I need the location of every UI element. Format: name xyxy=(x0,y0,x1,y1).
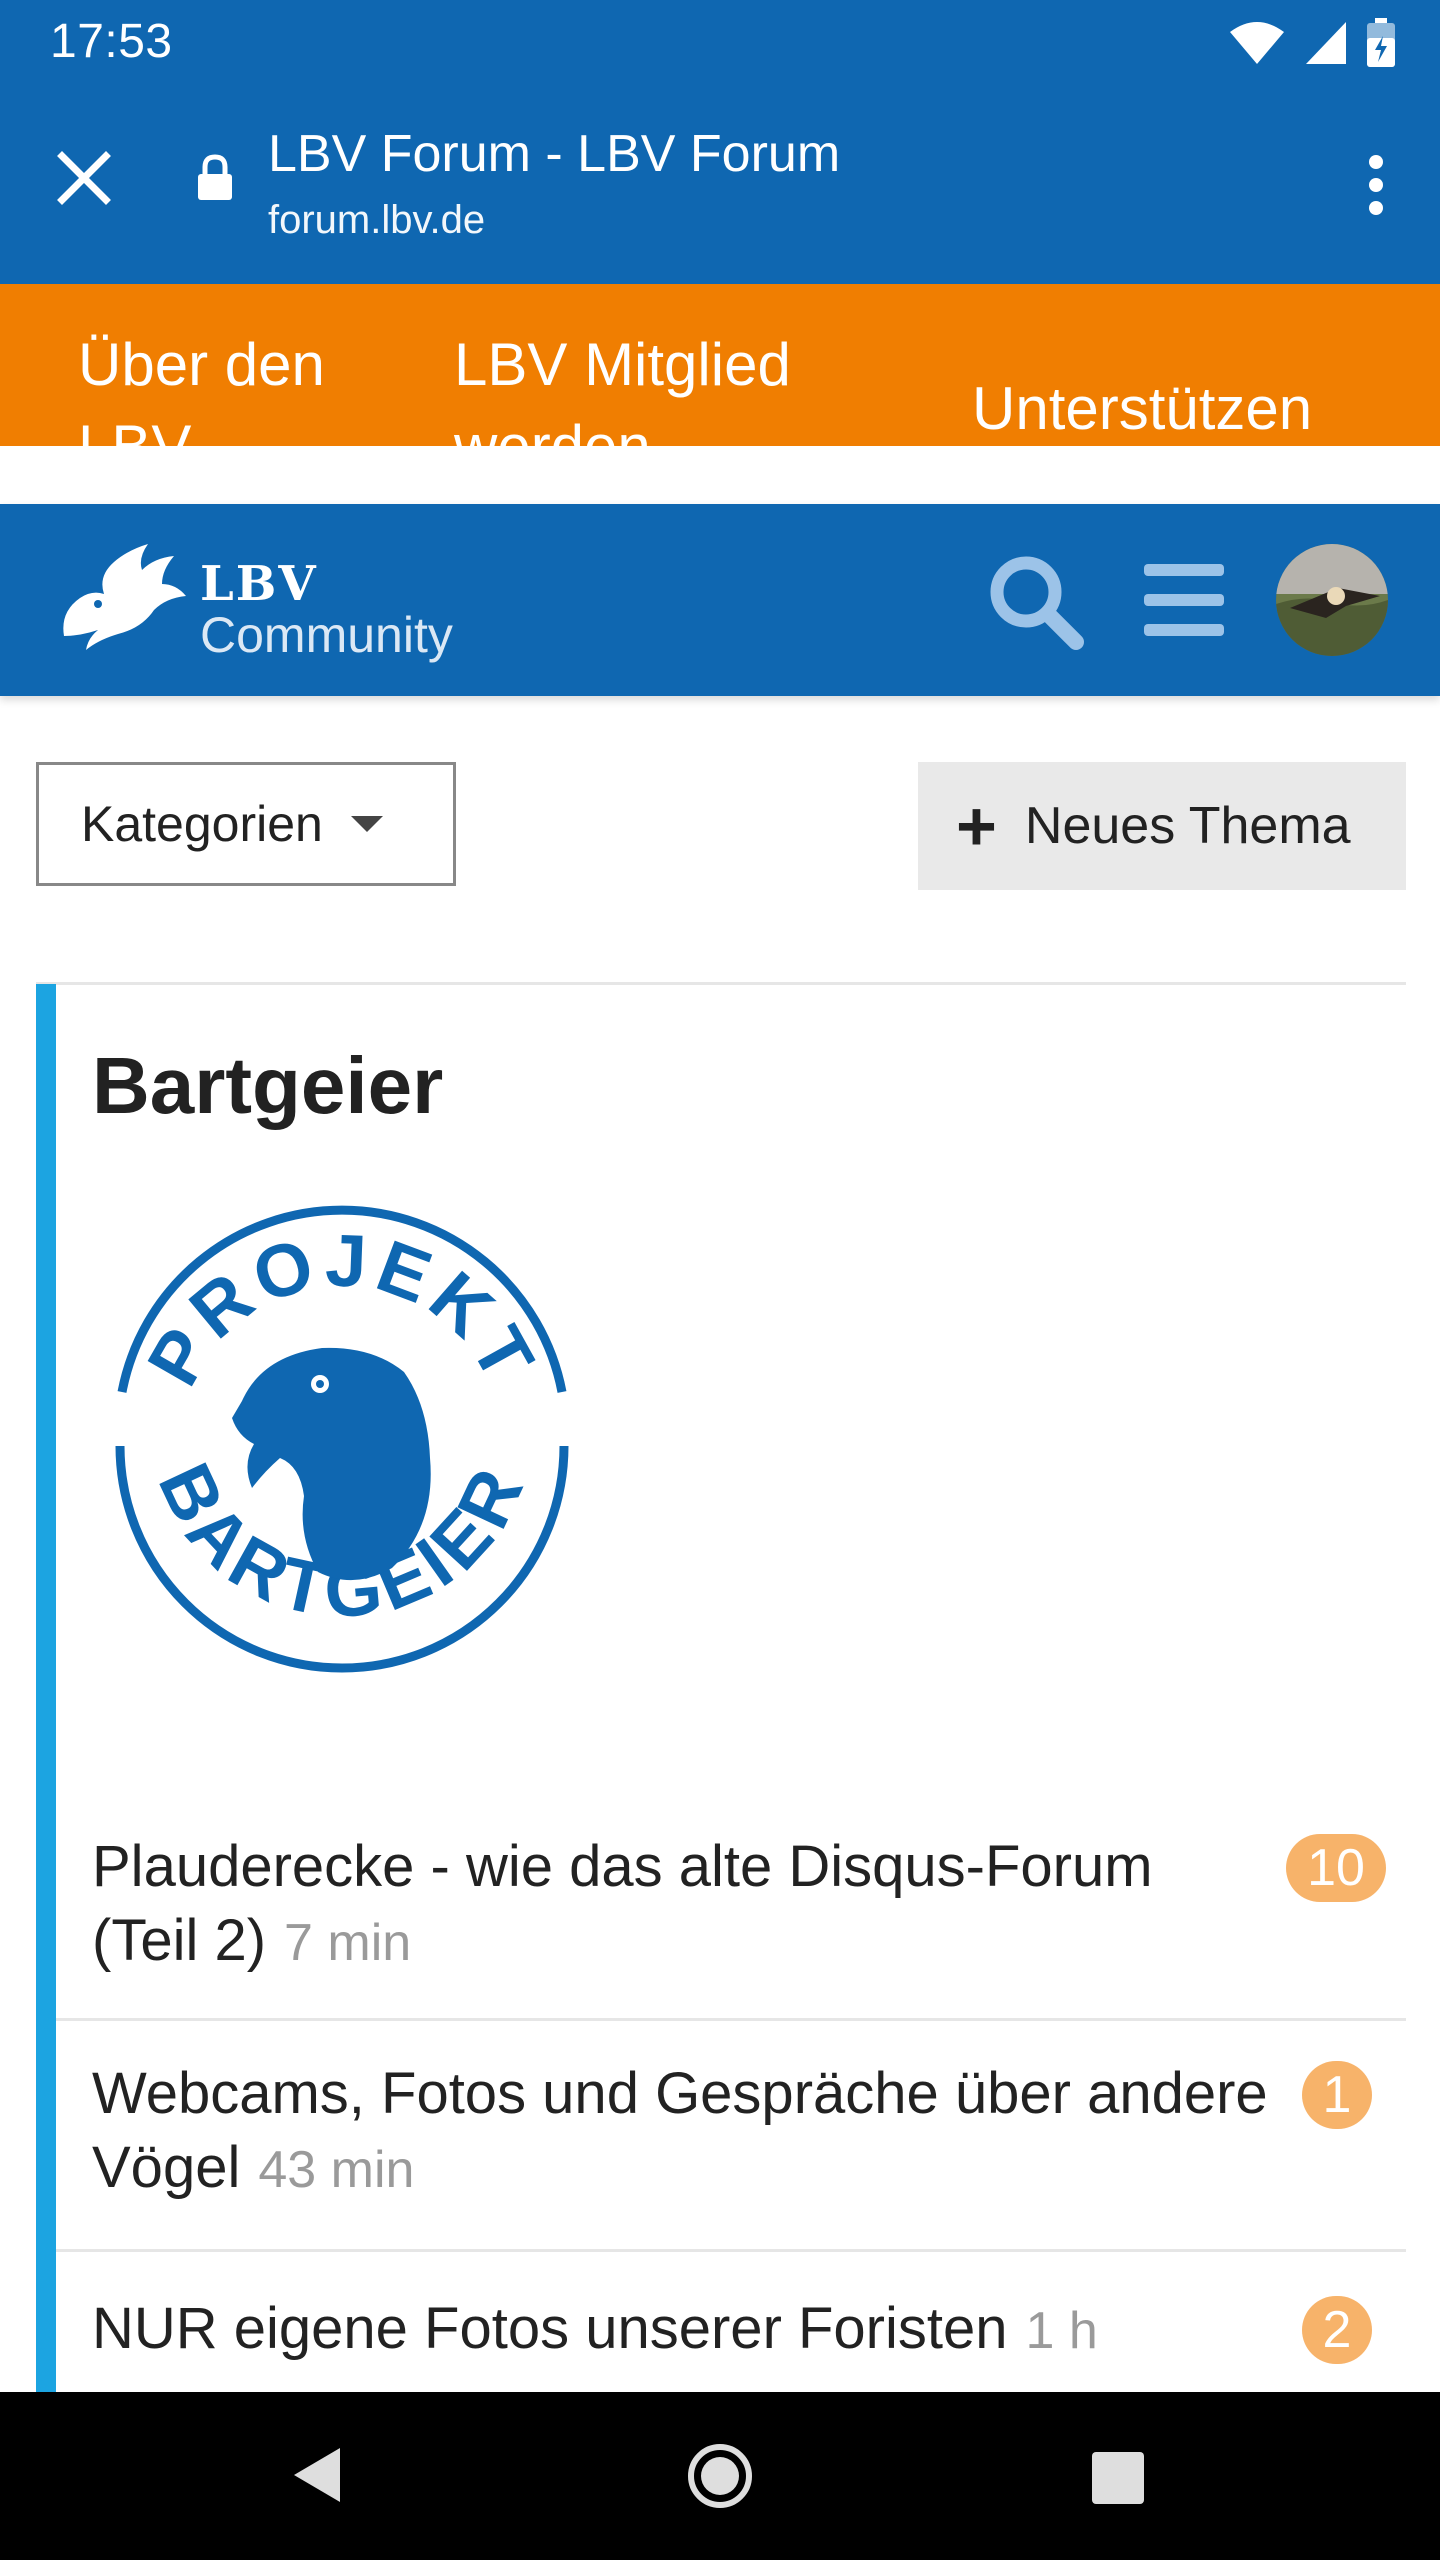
status-time: 17:53 xyxy=(50,15,173,68)
status-bar: 17:53 xyxy=(0,0,1440,84)
community-header: LBV Community xyxy=(0,504,1440,696)
browser-toolbar: LBV Forum - LBV Forum forum.lbv.de xyxy=(0,84,1440,284)
nav-item-about[interactable]: Über den LBV xyxy=(78,324,398,446)
topic-age: 1 h xyxy=(1025,2302,1098,2360)
plus-icon: + xyxy=(956,787,997,865)
signal-icon xyxy=(1306,22,1346,64)
new-topic-label: Neues Thema xyxy=(1024,797,1351,855)
topic-row[interactable]: Plauderecke - wie das alte Disqus-Forum … xyxy=(56,1800,1406,2021)
projekt-bartgeier-logo: PROJEKT BARTGEIER xyxy=(115,1205,569,1673)
category-title[interactable]: Bartgeier xyxy=(92,1040,443,1132)
lbv-bird-logo[interactable] xyxy=(58,540,188,652)
brand-community: Community xyxy=(200,607,453,663)
page-url[interactable]: forum.lbv.de xyxy=(268,198,485,243)
more-options-icon[interactable] xyxy=(1368,154,1384,216)
categories-label: Kategorien xyxy=(81,796,323,852)
nav-item-support[interactable]: Unterstützen xyxy=(972,368,1312,446)
back-icon[interactable] xyxy=(288,2444,344,2506)
nav-spacer xyxy=(0,446,1440,504)
categories-dropdown[interactable]: Kategorien xyxy=(36,762,456,886)
lock-icon xyxy=(198,154,232,200)
close-icon[interactable] xyxy=(54,148,114,208)
nav-item-membership[interactable]: LBV Mitglied werden xyxy=(454,324,874,446)
topic-age: 7 min xyxy=(284,1914,412,1972)
home-icon[interactable] xyxy=(686,2442,754,2510)
user-avatar[interactable] xyxy=(1276,544,1388,656)
topic-title[interactable]: Plauderecke - wie das alte Disqus-Forum … xyxy=(92,1834,1153,1973)
site-nav: Über den LBV LBV Mitglied werden Unterst… xyxy=(0,284,1440,446)
divider xyxy=(36,982,1406,985)
chevron-down-icon xyxy=(350,816,383,832)
new-topic-button[interactable]: + Neues Thema xyxy=(918,762,1406,890)
topic-title[interactable]: NUR eigene Fotos unserer Foristen xyxy=(92,2296,1008,2361)
reply-count-badge: 1 xyxy=(1302,2061,1372,2129)
page-title: LBV Forum - LBV Forum xyxy=(268,125,841,183)
reply-count-badge: 10 xyxy=(1286,1834,1386,1902)
wifi-icon xyxy=(1230,22,1284,64)
topic-row[interactable]: NUR eigene Fotos unserer Foristen 1 h 2 xyxy=(56,2252,1406,2412)
system-nav-bar xyxy=(0,2392,1440,2560)
hamburger-menu-icon[interactable] xyxy=(1142,562,1226,638)
topic-row[interactable]: Webcams, Fotos und Gespräche über andere… xyxy=(56,2021,1406,2252)
recent-apps-icon[interactable] xyxy=(1090,2450,1146,2506)
brand-lbv: LBV xyxy=(200,556,318,612)
reply-count-badge: 2 xyxy=(1302,2296,1372,2364)
topic-age: 43 min xyxy=(258,2141,415,2199)
battery-icon xyxy=(1367,18,1395,67)
search-icon[interactable] xyxy=(986,552,1086,652)
category-color-bar xyxy=(36,984,56,2404)
